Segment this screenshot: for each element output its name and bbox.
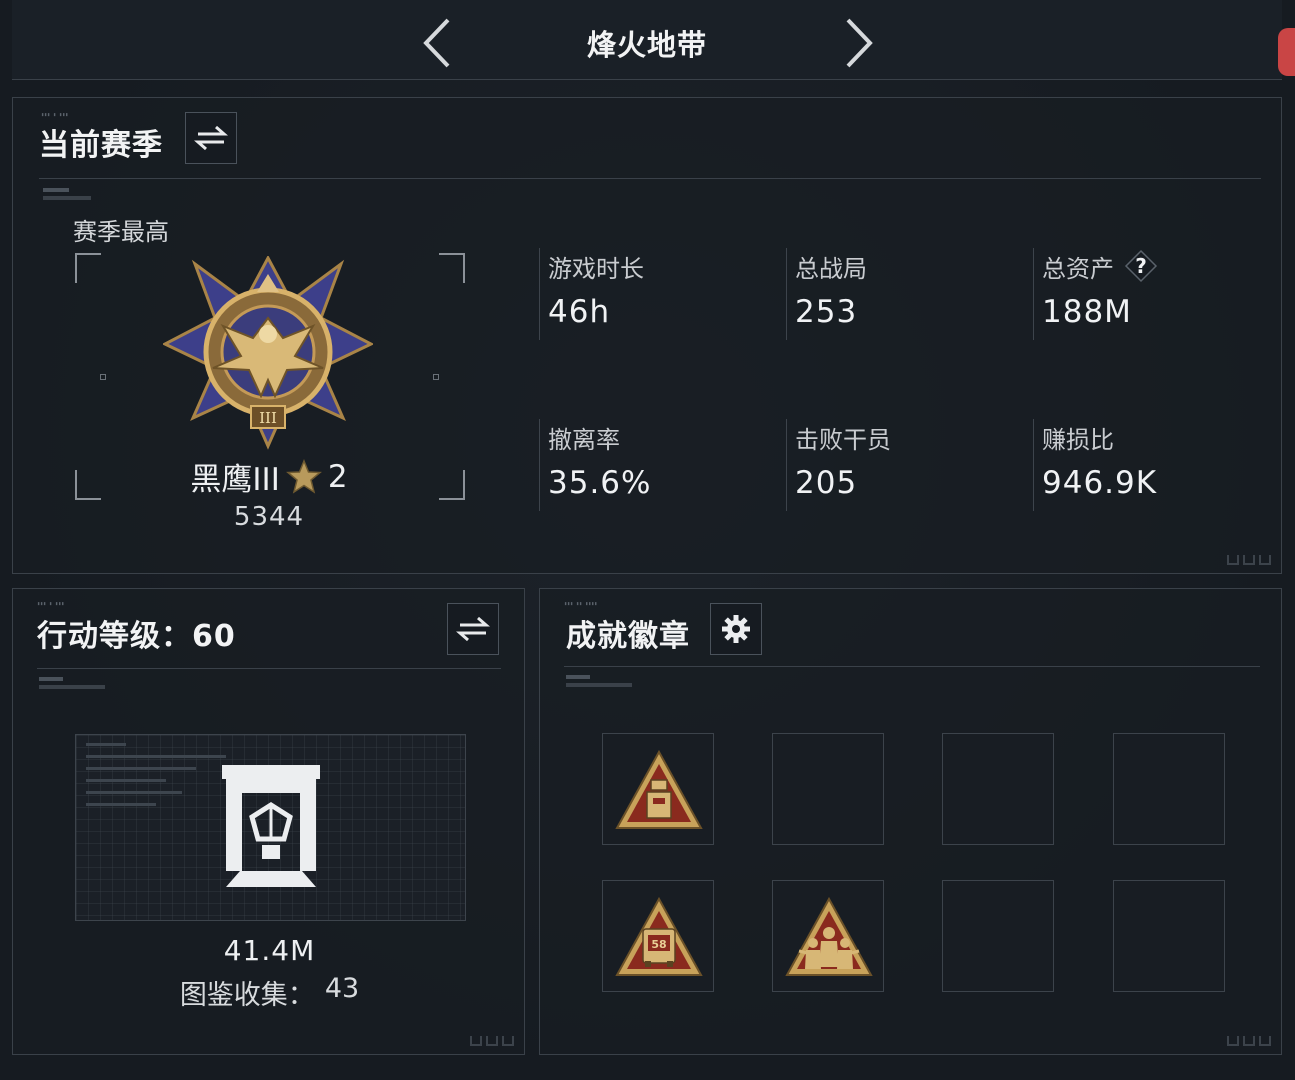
rank-name: 黑鹰III <box>190 462 280 498</box>
stat-label: 总战局 <box>795 254 867 283</box>
swap-icon <box>456 616 490 642</box>
stat-label: 赚损比 <box>1042 425 1114 454</box>
season-best-label: 赛季最高 <box>73 218 169 246</box>
level-panel: ▮▮▮ ▮ ▮▮▮ 行动等级：60 41.4M 图鉴收集： 43 <box>12 588 525 1055</box>
truck-58-triangle-badge-icon: 58 <box>615 896 703 976</box>
app-root: 烽火地带 ▮▮▮ ▮ ▮▮▮ 当前赛季 赛季最高 III 黑鹰III 2 534… <box>0 0 1295 1080</box>
decor-text: ▮▮▮ ▮ ▮▮▮ <box>37 601 65 607</box>
stat-operators-defeated: 击败干员 205 <box>786 419 1016 511</box>
soldiers-triangle-badge-icon <box>785 896 873 976</box>
stat-total-assets: 总资产 ? 188M <box>1033 248 1263 340</box>
svg-text:III: III <box>259 409 277 427</box>
season-title: 当前赛季 <box>39 128 163 163</box>
badge-slot[interactable] <box>602 733 714 845</box>
stat-label: 游戏时长 <box>548 254 644 283</box>
chevron-right-icon <box>846 18 873 68</box>
badge-slot-empty[interactable] <box>942 733 1054 845</box>
panel-corner-decor <box>1227 1036 1271 1046</box>
badges-settings-button[interactable] <box>710 603 762 655</box>
decor-text: ▮▮▮ ▮ ▮▮▮ <box>41 112 69 118</box>
stat-value: 46h <box>548 294 611 330</box>
badge-slot[interactable] <box>772 880 884 992</box>
decor-text: ▮▮▮ ▮▮ ▮▮▮▮ <box>564 601 598 607</box>
stat-total-matches: 总战局 253 <box>786 248 1016 340</box>
badges-divider <box>564 666 1260 667</box>
frame-corner <box>439 253 465 283</box>
svg-text:?: ? <box>1135 254 1147 278</box>
badge-slot-empty[interactable] <box>772 733 884 845</box>
black-hawk-rank-medal-icon: III <box>163 256 373 450</box>
stat-value: 253 <box>795 294 858 330</box>
decor-lines <box>86 743 226 815</box>
frame-tick <box>100 374 106 380</box>
badges-title: 成就徽章 <box>566 619 690 654</box>
season-divider <box>39 178 1261 179</box>
rank-points: 5344 <box>233 502 305 532</box>
mode-title: 烽火地带 <box>586 28 707 62</box>
rank-line: 黑鹰III 2 <box>73 454 465 499</box>
collection-display[interactable] <box>75 734 466 921</box>
stat-value: 188M <box>1042 294 1132 330</box>
season-switch-button[interactable] <box>185 112 237 164</box>
gear-icon <box>722 615 750 643</box>
collection-label: 图鉴收集： <box>179 980 315 1011</box>
swap-icon <box>194 125 228 151</box>
badge-slot-empty[interactable] <box>1113 880 1225 992</box>
stat-value: 205 <box>795 465 858 501</box>
stat-label: 总资产 <box>1042 254 1114 283</box>
frame-tick <box>433 374 439 380</box>
rank-stars: 2 <box>327 458 348 495</box>
level-switch-button[interactable] <box>447 603 499 655</box>
level-title: 行动等级：60 <box>37 619 236 654</box>
side-tab[interactable] <box>1278 28 1295 76</box>
badges-panel: ▮▮▮ ▮▮ ▮▮▮▮ 成就徽章 58 <box>539 588 1282 1055</box>
svg-text:58: 58 <box>651 938 666 951</box>
collection-value: 41.4M <box>223 934 316 967</box>
panel-corner-decor <box>470 1036 514 1046</box>
decor-bar <box>43 196 91 200</box>
stat-play-time: 游戏时长 46h <box>539 248 769 340</box>
stat-value: 35.6% <box>548 465 652 501</box>
level-divider <box>37 668 501 669</box>
stat-label-row: 总资产 ? <box>1042 248 1263 284</box>
robot-triangle-badge-icon <box>615 749 703 829</box>
stat-label: 撤离率 <box>548 425 620 454</box>
decor-bar <box>43 188 69 192</box>
badge-slot-empty[interactable] <box>942 880 1054 992</box>
top-header: 烽火地带 <box>12 0 1282 80</box>
decor-bar <box>566 683 632 687</box>
stat-extraction-rate: 撤离率 35.6% <box>539 419 769 511</box>
star-icon <box>285 458 322 494</box>
stat-label: 击败干员 <box>795 425 891 454</box>
decor-bar <box>39 685 105 689</box>
badge-slot-empty[interactable] <box>1113 733 1225 845</box>
decor-bar <box>39 677 63 681</box>
panel-corner-decor <box>1227 555 1271 565</box>
badge-slot[interactable]: 58 <box>602 880 714 992</box>
collection-summary: 图鉴收集： 43 <box>13 973 526 1012</box>
collection-count: 43 <box>324 973 360 1004</box>
frame-corner <box>75 253 101 283</box>
collection-cabinet-icon <box>222 765 320 887</box>
stat-value: 946.9K <box>1042 465 1158 501</box>
help-icon[interactable]: ? <box>1124 249 1158 283</box>
stat-profit-loss-ratio: 赚损比 946.9K <box>1033 419 1263 511</box>
season-panel: ▮▮▮ ▮ ▮▮▮ 当前赛季 赛季最高 III 黑鹰III 2 5344 游戏时… <box>12 97 1282 574</box>
next-mode-button[interactable] <box>838 16 878 70</box>
decor-bar <box>566 675 590 679</box>
